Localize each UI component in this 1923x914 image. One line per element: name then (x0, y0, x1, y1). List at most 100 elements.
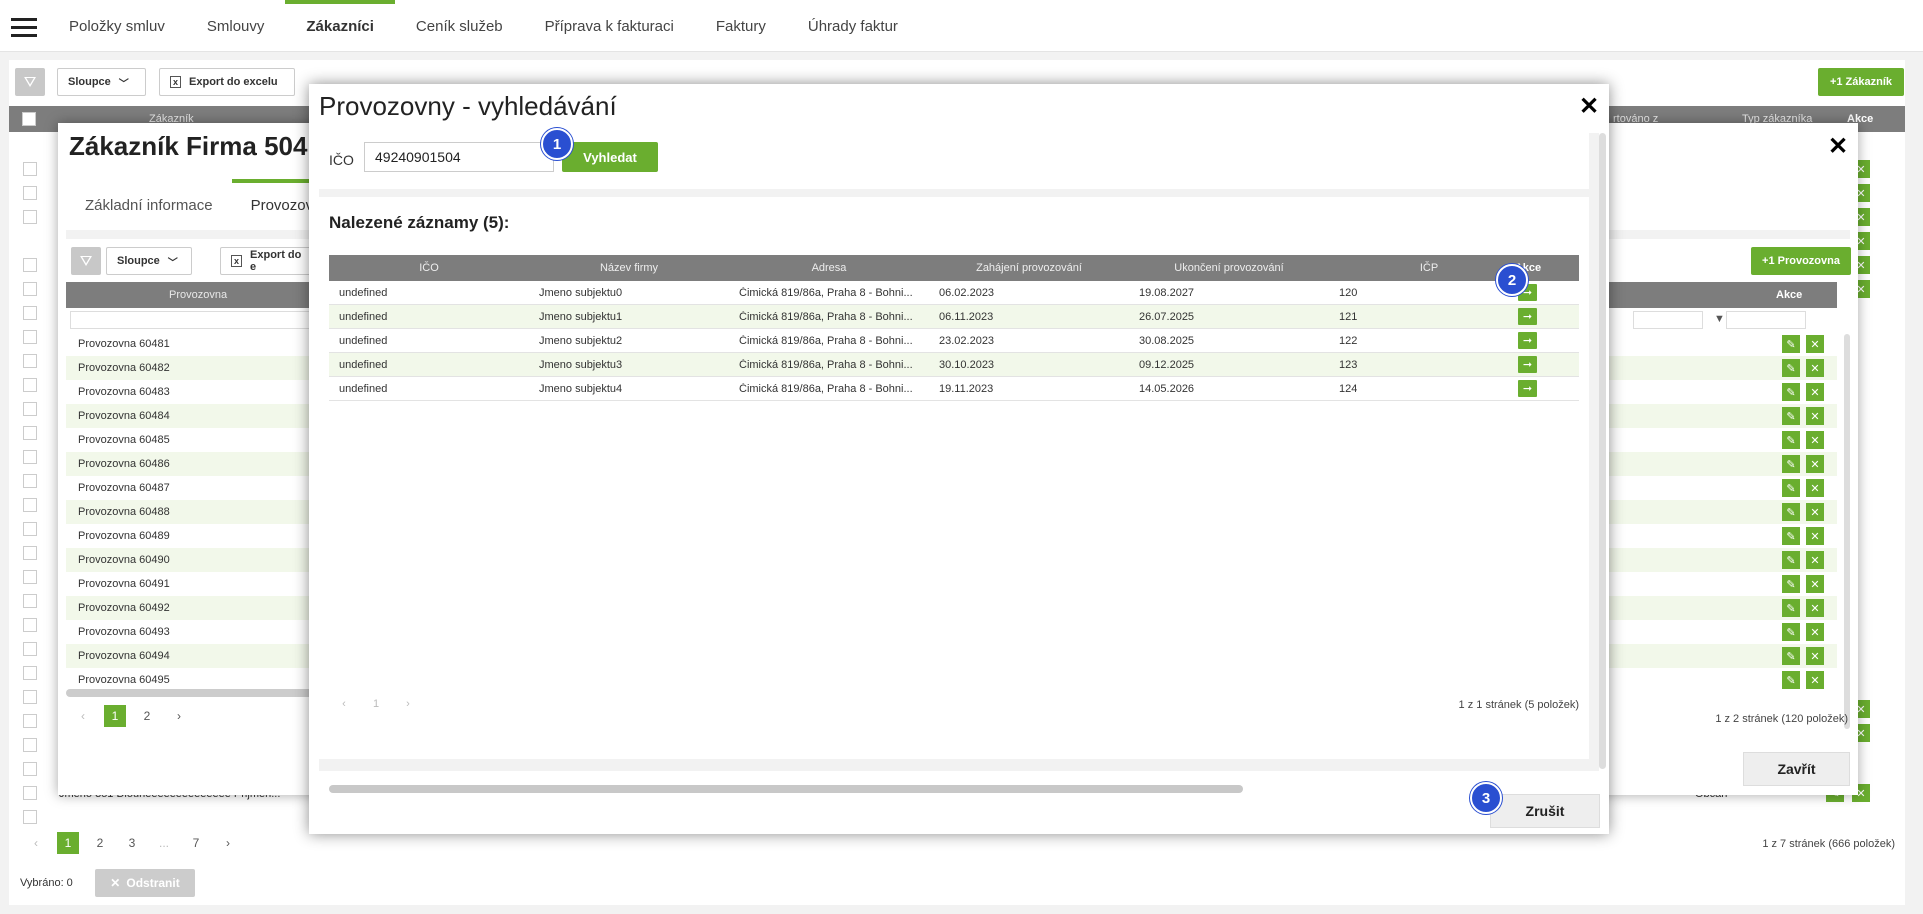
edit-icon[interactable]: ✎ (1782, 671, 1800, 689)
page-1[interactable]: 1 (57, 832, 79, 854)
delete-icon[interactable]: ✕ (1806, 335, 1824, 353)
col-end-date[interactable]: Ukončení provozování (1129, 262, 1329, 274)
tab-smlouvy[interactable]: Smlouvy (186, 0, 286, 52)
col-start-date[interactable]: Zahájení provozování (929, 262, 1129, 274)
delete-icon[interactable]: ✕ (1806, 383, 1824, 401)
edit-icon[interactable]: ✎ (1782, 503, 1800, 521)
columns-button[interactable]: Sloupce ﹀ (57, 68, 146, 96)
select-arrow-icon[interactable]: ➞ (1518, 308, 1537, 325)
remove-button[interactable]: ✕ Odstranit (95, 869, 195, 897)
row-checkbox[interactable] (23, 714, 37, 728)
row-checkbox[interactable] (23, 522, 37, 536)
tab-priprava-k-fakturaci[interactable]: Příprava k fakturaci (524, 0, 695, 52)
prev-page-icon[interactable]: ‹ (333, 693, 355, 715)
select-arrow-icon[interactable]: ➞ (1518, 332, 1537, 349)
row-checkbox[interactable] (23, 210, 37, 224)
page-2[interactable]: 2 (136, 705, 158, 727)
row-checkbox[interactable] (23, 354, 37, 368)
row-checkbox[interactable] (23, 666, 37, 680)
row-checkbox[interactable] (23, 258, 37, 272)
delete-icon[interactable]: ✕ (1806, 407, 1824, 425)
close-icon[interactable]: ✕ (1828, 135, 1848, 159)
row-checkbox[interactable] (23, 498, 37, 512)
search-button[interactable]: Vyhledat (562, 142, 658, 172)
row-checkbox[interactable] (23, 738, 37, 752)
page-1[interactable]: 1 (104, 705, 126, 727)
export-excel-button[interactable]: x Export do e (220, 247, 320, 275)
row-checkbox[interactable] (23, 306, 37, 320)
row-checkbox[interactable] (23, 810, 37, 824)
filter-icon[interactable]: ▼ (1714, 313, 1725, 325)
row-checkbox[interactable] (23, 642, 37, 656)
row-checkbox[interactable] (23, 330, 37, 344)
page-2[interactable]: 2 (89, 832, 111, 854)
tab-faktury[interactable]: Faktury (695, 0, 787, 52)
row-checkbox[interactable] (23, 762, 37, 776)
edit-icon[interactable]: ✎ (1782, 431, 1800, 449)
row-checkbox[interactable] (23, 186, 37, 200)
row-checkbox[interactable] (23, 594, 37, 608)
page-1[interactable]: 1 (365, 693, 387, 715)
edit-icon[interactable]: ✎ (1782, 335, 1800, 353)
result-row[interactable]: undefined Jmeno subjektu0 Čimická 819/86a,… (329, 281, 1579, 305)
delete-icon[interactable]: ✕ (1806, 671, 1824, 689)
next-page-icon[interactable]: › (397, 693, 419, 715)
row-checkbox[interactable] (23, 474, 37, 488)
close-icon[interactable]: ✕ (1579, 95, 1599, 119)
edit-icon[interactable]: ✎ (1782, 479, 1800, 497)
filter-input[interactable] (1633, 311, 1703, 329)
edit-icon[interactable]: ✎ (1782, 647, 1800, 665)
edit-icon[interactable]: ✎ (1782, 575, 1800, 593)
delete-icon[interactable]: ✕ (1806, 479, 1824, 497)
delete-icon[interactable]: ✕ (1806, 623, 1824, 641)
columns-button[interactable]: Sloupce ﹀ (106, 247, 192, 275)
next-page-icon[interactable]: › (168, 705, 190, 727)
row-checkbox[interactable] (23, 618, 37, 632)
row-checkbox[interactable] (23, 282, 37, 296)
row-checkbox[interactable] (23, 570, 37, 584)
add-branch-button[interactable]: +1 Provozovna (1751, 247, 1851, 275)
delete-icon[interactable]: ✕ (1806, 551, 1824, 569)
tab-uhrady-faktur[interactable]: Úhrady faktur (787, 0, 919, 52)
edit-icon[interactable]: ✎ (1782, 407, 1800, 425)
horizontal-scrollbar[interactable] (66, 689, 316, 697)
result-row[interactable]: undefined Jmeno subjektu4 Čimická 819/86a,… (329, 377, 1579, 401)
delete-icon[interactable]: ✕ (1806, 359, 1824, 377)
select-all-checkbox[interactable] (22, 112, 36, 126)
delete-icon[interactable]: ✕ (1806, 647, 1824, 665)
horizontal-scrollbar[interactable] (329, 785, 1579, 793)
edit-icon[interactable]: ✎ (1782, 623, 1800, 641)
edit-icon[interactable]: ✎ (1782, 359, 1800, 377)
edit-icon[interactable]: ✎ (1782, 383, 1800, 401)
menu-icon[interactable] (11, 18, 37, 37)
tab-cenik-sluzeb[interactable]: Ceník služeb (395, 0, 524, 52)
filter-clear-button[interactable]: ⛛ (71, 247, 101, 275)
row-checkbox[interactable] (23, 426, 37, 440)
next-page-icon[interactable]: › (217, 832, 239, 854)
prev-page-icon[interactable]: ‹ (25, 832, 47, 854)
row-checkbox[interactable] (23, 690, 37, 704)
result-row[interactable]: undefined Jmeno subjektu2 Čimická 819/86a,… (329, 329, 1579, 353)
filter-clear-button[interactable]: ⛛ (15, 68, 45, 96)
result-row[interactable]: undefined Jmeno subjektu1 Čimická 819/86a,… (329, 305, 1579, 329)
prev-page-icon[interactable]: ‹ (72, 705, 94, 727)
branch-filter-input[interactable] (70, 311, 310, 329)
page-3[interactable]: 3 (121, 832, 143, 854)
delete-icon[interactable]: ✕ (1806, 431, 1824, 449)
col-company-name[interactable]: Název firmy (529, 262, 729, 274)
delete-icon[interactable]: ✕ (1806, 455, 1824, 473)
filter-input[interactable] (1726, 311, 1806, 329)
col-branch[interactable]: Provozovna (169, 289, 227, 301)
delete-icon[interactable]: ✕ (1806, 575, 1824, 593)
vertical-scrollbar[interactable] (1599, 133, 1606, 769)
delete-icon[interactable]: ✕ (1806, 527, 1824, 545)
vertical-scrollbar[interactable] (1844, 334, 1850, 729)
row-checkbox[interactable] (23, 402, 37, 416)
edit-icon[interactable]: ✎ (1782, 551, 1800, 569)
close-button[interactable]: Zavřít (1743, 752, 1850, 786)
tab-basic-info[interactable]: Základní informace (66, 179, 232, 230)
edit-icon[interactable]: ✎ (1782, 527, 1800, 545)
tab-polozky-smluv[interactable]: Položky smluv (48, 0, 186, 52)
row-checkbox[interactable] (23, 450, 37, 464)
add-customer-button[interactable]: +1 Zákazník (1818, 68, 1904, 96)
